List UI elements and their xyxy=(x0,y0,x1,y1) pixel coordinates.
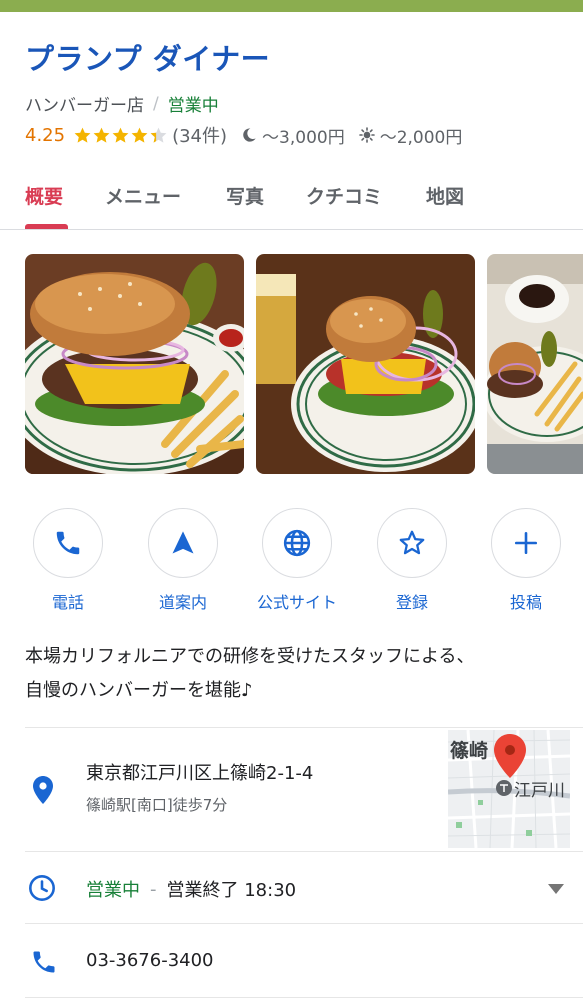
call-button[interactable] xyxy=(33,508,103,578)
top-strip xyxy=(0,0,583,12)
closing-time: 営業終了 18:30 xyxy=(166,880,297,901)
lunch-price-text: ～2,000円 xyxy=(379,127,463,148)
tab-bar: 概要 メニュー 写真 クチコミ 地図 xyxy=(0,168,583,230)
rating-score: 4.25 xyxy=(25,124,66,146)
website-button[interactable] xyxy=(262,508,332,578)
star-icon xyxy=(130,126,149,145)
star-icon xyxy=(111,126,130,145)
dinner-price-text: ～3,000円 xyxy=(262,127,345,148)
call-action[interactable]: 電話 xyxy=(13,508,123,613)
star-outline-icon xyxy=(399,530,425,555)
divider xyxy=(25,997,583,998)
phone-row[interactable]: 03-3676-3400 xyxy=(0,924,583,1000)
map-label-edogawa: 江戸川 xyxy=(514,781,565,801)
burger-with-fries-photo[interactable] xyxy=(25,254,244,474)
directions-label: 道案内 xyxy=(158,593,207,612)
description: 本場カリフォルニアでの研修を受けたスタッフによる、 自慢のハンバーガーを堪能♪ xyxy=(25,640,565,708)
burger-with-drink-photo[interactable] xyxy=(256,254,475,474)
lunch-price: ～2,000円 xyxy=(358,123,463,148)
category-label: ハンバーガー店 xyxy=(25,96,144,116)
description-line-1: 本場カリフォルニアでの研修を受けたスタッフによる、 xyxy=(25,646,475,667)
address-row[interactable]: 東京都江戸川区上篠崎2-1-4 篠崎駅[南口]徒歩7分 篠崎 江戸川 xyxy=(0,728,583,850)
burger-coffee-photo[interactable] xyxy=(487,254,583,474)
post-button[interactable] xyxy=(491,508,561,578)
phone-icon xyxy=(56,531,80,555)
page-title: プランプ ダイナー xyxy=(25,42,271,76)
hours-row[interactable]: 営業中 - 営業終了 18:30 xyxy=(0,852,583,922)
phone-icon xyxy=(33,951,55,973)
review-count: (34件) xyxy=(172,126,228,147)
rating-stars xyxy=(73,126,168,145)
category-separator: / xyxy=(153,93,159,114)
hours-dash: - xyxy=(150,878,157,900)
map-label-shinozaki: 篠崎 xyxy=(450,740,489,762)
tab-photos[interactable]: 写真 xyxy=(226,182,264,209)
description-line-2: 自慢のハンバーガーを堪能♪ xyxy=(25,680,253,701)
hours-open-status: 営業中 xyxy=(86,880,140,901)
tab-reviews[interactable]: クチコミ xyxy=(306,182,382,209)
phone-number: 03-3676-3400 xyxy=(86,950,214,971)
location-pin-icon xyxy=(33,776,53,804)
navigation-arrow-icon xyxy=(172,531,194,554)
tab-overview[interactable]: 概要 xyxy=(25,182,63,209)
directions-button[interactable] xyxy=(148,508,218,578)
star-icon xyxy=(73,126,92,145)
dinner-price: ～3,000円 xyxy=(241,123,345,148)
clock-icon xyxy=(29,875,55,901)
partial-star-icon xyxy=(149,126,168,145)
map-thumbnail[interactable]: 篠崎 江戸川 xyxy=(448,730,570,848)
post-label: 投稿 xyxy=(509,593,542,612)
moon-icon xyxy=(243,128,256,142)
action-buttons: 電話 道案内 公式サイト 登録 投稿 xyxy=(0,508,583,618)
website-label: 公式サイト xyxy=(256,593,337,612)
star-icon xyxy=(92,126,111,145)
call-label: 電話 xyxy=(51,593,84,612)
open-status: 営業中 xyxy=(167,96,219,116)
tab-menu[interactable]: メニュー xyxy=(105,182,181,209)
photo-carousel[interactable] xyxy=(25,254,583,476)
hours-text: 営業中 - 営業終了 18:30 xyxy=(86,876,296,902)
category-line: ハンバーガー店 / 営業中 xyxy=(25,91,219,117)
chevron-down-icon xyxy=(548,884,564,894)
directions-action[interactable]: 道案内 xyxy=(128,508,238,613)
save-action[interactable]: 登録 xyxy=(357,508,467,613)
globe-icon xyxy=(283,529,311,557)
rating-row: 4.25 (34件) ～3,000円 ～2,000円 xyxy=(25,122,476,148)
sun-icon xyxy=(358,127,375,143)
address-text: 東京都江戸川区上篠崎2-1-4 xyxy=(86,763,314,784)
plus-icon xyxy=(514,531,538,555)
save-label: 登録 xyxy=(395,593,428,612)
save-button[interactable] xyxy=(377,508,447,578)
website-action[interactable]: 公式サイト xyxy=(242,508,352,613)
station-info: 篠崎駅[南口]徒歩7分 xyxy=(86,796,228,814)
active-tab-indicator xyxy=(25,224,68,229)
tab-map[interactable]: 地図 xyxy=(426,182,464,209)
post-action[interactable]: 投稿 xyxy=(471,508,581,613)
